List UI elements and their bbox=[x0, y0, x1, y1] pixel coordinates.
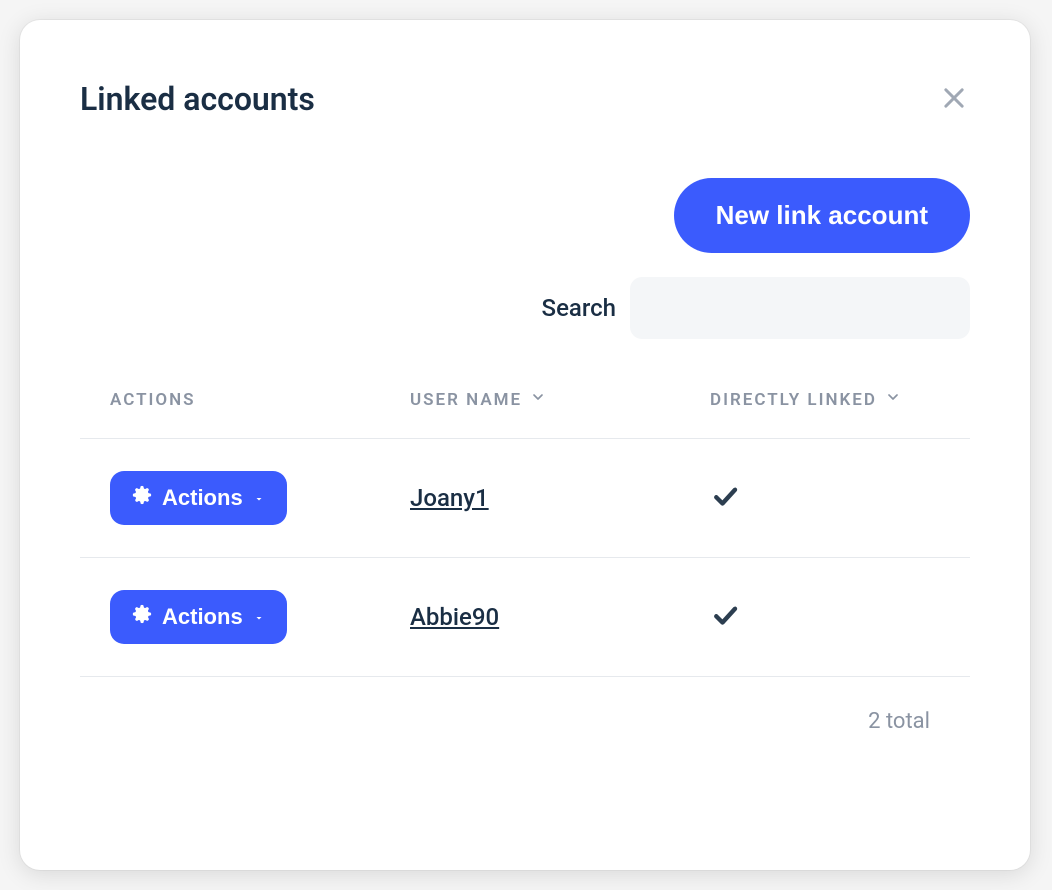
close-icon bbox=[940, 84, 968, 115]
username-link[interactable]: Abbie90 bbox=[410, 603, 499, 631]
chevron-down-icon bbox=[885, 389, 901, 410]
username-cell: Joany1 bbox=[410, 484, 710, 512]
caret-down-icon bbox=[253, 485, 265, 511]
column-username[interactable]: USER NAME bbox=[410, 389, 710, 410]
table-footer: 2 total bbox=[80, 677, 970, 734]
caret-down-icon bbox=[253, 604, 265, 630]
new-link-account-label: New link account bbox=[716, 200, 928, 230]
table-body: Actions Joany1 bbox=[80, 439, 970, 677]
table-row: Actions Joany1 bbox=[80, 439, 970, 558]
table-row: Actions Abbie90 bbox=[80, 558, 970, 677]
modal-title: Linked accounts bbox=[80, 80, 315, 118]
check-icon bbox=[710, 496, 740, 515]
directly-linked-cell bbox=[710, 600, 940, 634]
check-icon bbox=[710, 615, 740, 634]
column-username-label: USER NAME bbox=[410, 390, 522, 410]
directly-linked-cell bbox=[710, 481, 940, 515]
search-row: Search bbox=[542, 277, 970, 339]
search-input[interactable] bbox=[630, 277, 970, 339]
chevron-down-icon bbox=[530, 389, 546, 410]
gear-icon bbox=[132, 604, 152, 630]
search-label: Search bbox=[542, 294, 616, 322]
column-actions: ACTIONS bbox=[110, 389, 410, 410]
linked-accounts-modal: Linked accounts New link account Search … bbox=[20, 20, 1030, 870]
username-cell: Abbie90 bbox=[410, 603, 710, 631]
actions-cell: Actions bbox=[110, 590, 410, 644]
actions-label: Actions bbox=[162, 604, 243, 630]
username-link[interactable]: Joany1 bbox=[410, 484, 489, 512]
column-actions-label: ACTIONS bbox=[110, 390, 196, 410]
total-count: 2 total bbox=[868, 709, 930, 734]
actions-cell: Actions bbox=[110, 471, 410, 525]
new-link-account-button[interactable]: New link account bbox=[674, 178, 970, 253]
linked-accounts-table: ACTIONS USER NAME DIRECTLY LINKED bbox=[80, 389, 970, 734]
column-directly-linked[interactable]: DIRECTLY LINKED bbox=[710, 389, 940, 410]
actions-label: Actions bbox=[162, 485, 243, 511]
actions-dropdown-button[interactable]: Actions bbox=[110, 471, 287, 525]
close-button[interactable] bbox=[938, 83, 970, 115]
actions-dropdown-button[interactable]: Actions bbox=[110, 590, 287, 644]
modal-header: Linked accounts bbox=[80, 80, 970, 118]
table-header: ACTIONS USER NAME DIRECTLY LINKED bbox=[80, 389, 970, 439]
gear-icon bbox=[132, 485, 152, 511]
column-directly-linked-label: DIRECTLY LINKED bbox=[710, 390, 877, 410]
toolbar: New link account Search bbox=[80, 178, 970, 339]
